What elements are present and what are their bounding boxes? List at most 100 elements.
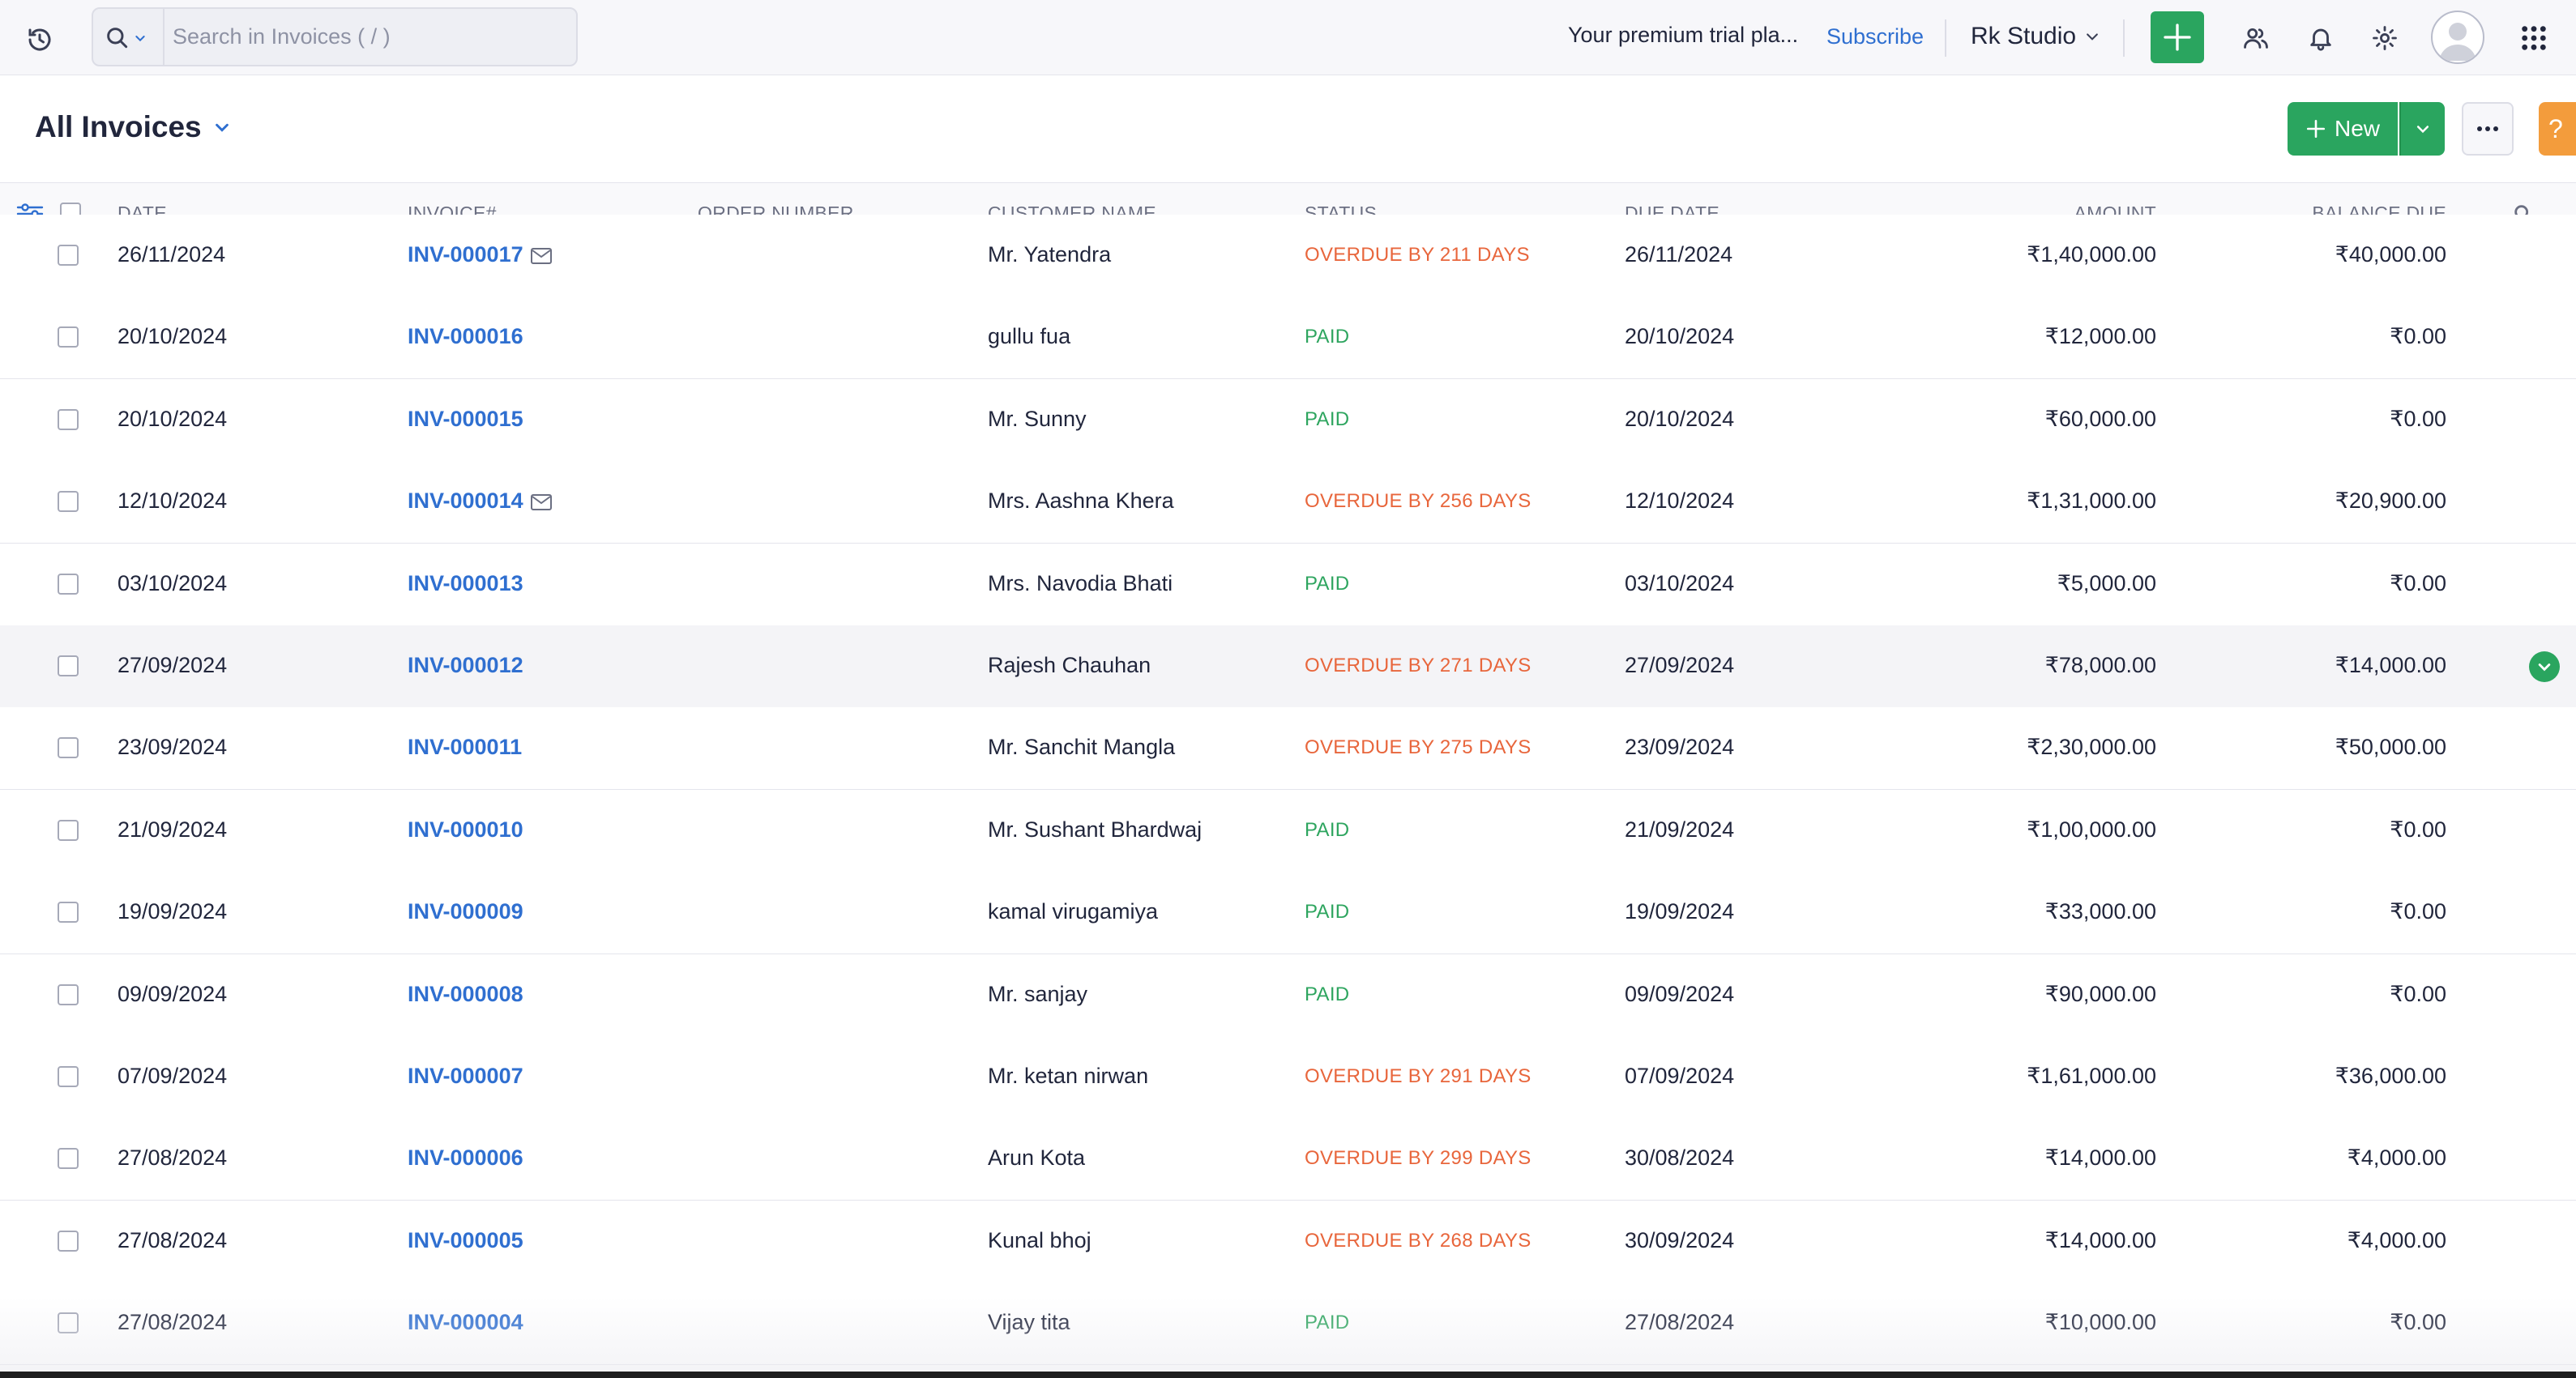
- search-input[interactable]: [173, 17, 562, 57]
- row-checkbox[interactable]: [58, 1148, 79, 1170]
- table-row[interactable]: 21/09/2024 INV-000010 Mr. Sushant Bhardwaj…: [0, 789, 2576, 872]
- status-badge: OVERDUE BY 211 DAYS: [1305, 244, 1530, 266]
- table-row[interactable]: 20/10/2024 INV-000015 Mr. Sunny PAID 20/10/2…: [0, 378, 2576, 462]
- table-row[interactable]: 20/10/2024 INV-000016 gullu fua PAID 20/10/2…: [0, 297, 2576, 380]
- invoice-number-link[interactable]: INV-000005: [408, 1228, 523, 1252]
- user-avatar[interactable]: [2431, 11, 2484, 64]
- table-row[interactable]: 03/10/2024 INV-000013 Mrs. Navodia Bhati PA…: [0, 543, 2576, 626]
- amount: ₹78,000.00: [2044, 653, 2156, 677]
- invoice-number-cell: INV-000004: [408, 1310, 523, 1335]
- table-row[interactable]: 27/08/2024 INV-000006 Arun Kota OVERDUE BY …: [0, 1118, 2576, 1201]
- apps-grid-icon[interactable]: [2514, 19, 2553, 58]
- amount: ₹1,00,000.00: [2027, 817, 2156, 842]
- invoice-number-cell: INV-000015: [408, 407, 523, 432]
- customer-name: Mr. Sanchit Mangla: [988, 735, 1176, 760]
- table-row[interactable]: 12/10/2024 INV-000014 Mrs. Aashna Khera OVE…: [0, 461, 2576, 544]
- balance-due: ₹4,000.00: [2347, 1227, 2446, 1252]
- row-quick-action-button[interactable]: [2529, 651, 2560, 682]
- email-sent-icon: [530, 494, 552, 511]
- status-badge: PAID: [1305, 326, 1350, 348]
- table-row[interactable]: 27/08/2024 INV-000005 Kunal bhoj OVERDUE BY…: [0, 1200, 2576, 1283]
- row-checkbox[interactable]: [58, 1312, 79, 1334]
- new-button-label: New: [2334, 116, 2380, 141]
- invoice-number-link[interactable]: INV-000011: [408, 735, 522, 759]
- row-checkbox[interactable]: [58, 902, 79, 924]
- due-date: 07/09/2024: [1625, 1064, 1735, 1088]
- row-checkbox[interactable]: [58, 819, 79, 841]
- table-row[interactable]: 27/08/2024 INV-000004 Vijay tita PAID 27/08/…: [0, 1282, 2576, 1366]
- invoice-number-link[interactable]: INV-000017: [408, 242, 523, 267]
- balance-due: ₹4,000.00: [2347, 1145, 2446, 1171]
- quick-create-button[interactable]: [2151, 11, 2204, 63]
- invoice-date: 12/10/2024: [117, 488, 228, 514]
- table-row[interactable]: 07/09/2024 INV-000007 Mr. ketan nirwan OVER…: [0, 1036, 2576, 1119]
- invoice-number-link[interactable]: INV-000013: [408, 571, 523, 595]
- table-row[interactable]: 23/09/2024 INV-000011 Mr. Sanchit Mangla OV…: [0, 707, 2576, 791]
- customer-name: Mr. Yatendra: [988, 242, 1112, 267]
- invoice-number-link[interactable]: INV-000004: [408, 1310, 523, 1334]
- chevron-down-icon: [2538, 663, 2551, 672]
- status-badge: OVERDUE BY 268 DAYS: [1305, 1229, 1532, 1252]
- balance-due: ₹0.00: [2390, 324, 2446, 349]
- invoice-date: 03/10/2024: [117, 570, 228, 595]
- table-row[interactable]: 09/09/2024 INV-000008 Mr. sanjay PAID 09/09/…: [0, 954, 2576, 1037]
- row-checkbox[interactable]: [58, 408, 79, 430]
- row-checkbox[interactable]: [58, 573, 79, 595]
- invoice-number-link[interactable]: INV-000007: [408, 1064, 523, 1088]
- invoice-date: 27/08/2024: [117, 1227, 228, 1252]
- invoice-number-link[interactable]: INV-000015: [408, 407, 523, 431]
- table-row[interactable]: 26/11/2024 INV-000017 Mr. Yatendra OVERDUE …: [0, 215, 2576, 297]
- customer-name: Mr. sanjay: [988, 981, 1088, 1006]
- settings-gear-icon[interactable]: [2365, 19, 2404, 58]
- invoice-number-cell: INV-000009: [408, 899, 523, 924]
- invoice-date: 23/09/2024: [117, 735, 228, 760]
- help-button[interactable]: ?: [2539, 102, 2576, 156]
- new-options-dropdown[interactable]: [2399, 102, 2445, 156]
- invoice-number-link[interactable]: INV-000016: [408, 324, 523, 348]
- users-icon[interactable]: [2236, 19, 2275, 58]
- status-badge: PAID: [1305, 572, 1350, 595]
- balance-due: ₹40,000.00: [2335, 242, 2446, 267]
- view-selector[interactable]: All Invoices: [35, 110, 231, 144]
- row-checkbox[interactable]: [58, 737, 79, 759]
- table-row[interactable]: 19/09/2024 INV-000009 kamal virugamiya PAID…: [0, 872, 2576, 955]
- row-checkbox[interactable]: [58, 245, 79, 266]
- invoice-number-link[interactable]: INV-000006: [408, 1145, 523, 1170]
- invoice-number-link[interactable]: INV-000014: [408, 488, 523, 513]
- invoice-number-cell: INV-000008: [408, 982, 523, 1007]
- top-bar: Your premium trial pla... Subscribe Rk S…: [0, 0, 2576, 75]
- row-checkbox[interactable]: [58, 491, 79, 513]
- due-date: 03/10/2024: [1625, 570, 1735, 595]
- new-invoice-button[interactable]: New: [2288, 102, 2398, 156]
- customer-name: Mr. ketan nirwan: [988, 1064, 1149, 1088]
- customer-name: Mr. Sunny: [988, 406, 1087, 431]
- row-checkbox[interactable]: [58, 1066, 79, 1087]
- customer-name: Mrs. Aashna Khera: [988, 488, 1174, 514]
- amount: ₹33,000.00: [2044, 899, 2156, 924]
- invoice-number-cell: INV-000011: [408, 735, 522, 760]
- row-checkbox[interactable]: [58, 983, 79, 1005]
- more-actions-button[interactable]: [2462, 102, 2514, 156]
- search-icon: [107, 28, 128, 49]
- invoice-number-cell: INV-000005: [408, 1228, 523, 1253]
- table-row[interactable]: 27/09/2024 INV-000012 Rajesh Chauhan OVERDU…: [0, 625, 2576, 708]
- customer-name: kamal virugamiya: [988, 899, 1159, 924]
- invoice-number-link[interactable]: INV-000010: [408, 817, 523, 842]
- due-date: 20/10/2024: [1625, 406, 1735, 431]
- subscribe-link[interactable]: Subscribe: [1826, 24, 1924, 49]
- invoice-date: 26/11/2024: [117, 242, 226, 267]
- search-scope-dropdown[interactable]: [105, 20, 163, 56]
- status-badge: OVERDUE BY 271 DAYS: [1305, 655, 1532, 676]
- invoice-number-link[interactable]: INV-000008: [408, 982, 523, 1006]
- organization-name: Rk Studio: [1971, 23, 2077, 49]
- organization-switcher[interactable]: Rk Studio: [1971, 23, 2100, 50]
- chevron-down-icon: [2416, 126, 2429, 134]
- invoice-number-link[interactable]: INV-000009: [408, 899, 523, 924]
- due-date: 30/09/2024: [1625, 1227, 1735, 1252]
- invoice-number-link[interactable]: INV-000012: [408, 653, 523, 677]
- row-checkbox[interactable]: [58, 326, 79, 348]
- row-checkbox[interactable]: [58, 655, 79, 676]
- row-checkbox[interactable]: [58, 1230, 79, 1252]
- notification-bell-icon[interactable]: [2301, 19, 2340, 58]
- recent-history-icon[interactable]: [21, 21, 58, 58]
